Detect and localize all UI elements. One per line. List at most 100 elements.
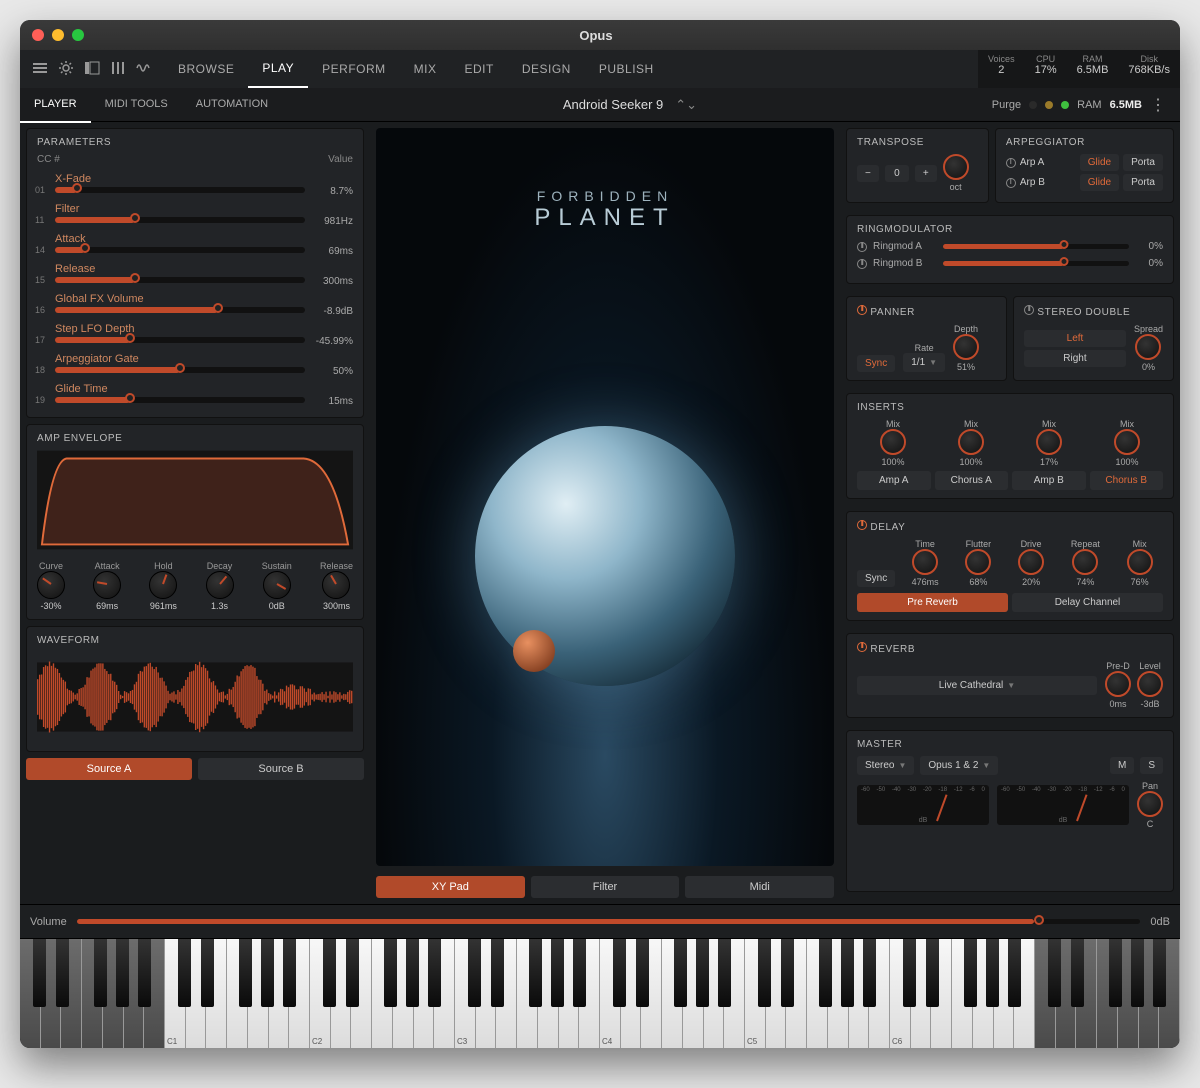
insert-mix-chorus-b[interactable]: Mix100%	[1114, 419, 1140, 467]
delay-knob-mix[interactable]: Mix76%	[1127, 539, 1153, 587]
black-key[interactable]	[428, 939, 441, 1007]
black-key[interactable]	[819, 939, 832, 1007]
param-glide-time[interactable]: 19Glide Time15ms	[37, 379, 353, 409]
delay-power-icon[interactable]	[857, 520, 867, 530]
env-knob-release[interactable]: Release300ms	[320, 561, 353, 611]
black-key[interactable]	[346, 939, 359, 1007]
insert-tab-amp-b[interactable]: Amp B	[1012, 471, 1086, 490]
black-key[interactable]	[406, 939, 419, 1007]
layout-icon[interactable]	[84, 60, 100, 79]
param-filter[interactable]: 11Filter981Hz	[37, 199, 353, 229]
nav-play[interactable]: PLAY	[248, 50, 308, 88]
insert-mix-amp-b[interactable]: Mix17%	[1036, 419, 1062, 467]
black-key[interactable]	[468, 939, 481, 1007]
black-key[interactable]	[116, 939, 129, 1007]
black-key[interactable]	[1109, 939, 1122, 1007]
panner-rate[interactable]: Rate 1/1▼	[903, 343, 945, 372]
transpose-up-button[interactable]: +	[915, 165, 937, 182]
env-knob-curve[interactable]: Curve-30%	[37, 561, 65, 611]
panner-sync-button[interactable]: Sync	[857, 355, 895, 372]
center-tab-filter[interactable]: Filter	[531, 876, 680, 898]
black-key[interactable]	[283, 939, 296, 1007]
panner-power-icon[interactable]	[857, 305, 867, 315]
subtab-midi-tools[interactable]: MIDI TOOLS	[91, 87, 182, 123]
black-key[interactable]	[1071, 939, 1084, 1007]
black-key[interactable]	[1008, 939, 1021, 1007]
delay-sync-button[interactable]: Sync	[857, 570, 895, 587]
ringmod-ringmod-b[interactable]: Ringmod B0%	[857, 258, 1163, 269]
subtab-automation[interactable]: AUTOMATION	[182, 87, 282, 123]
nav-mix[interactable]: MIX	[400, 50, 451, 88]
nav-publish[interactable]: PUBLISH	[585, 50, 668, 88]
porta-button[interactable]: Porta	[1123, 154, 1163, 171]
arp-power-icon[interactable]	[1006, 158, 1016, 168]
center-tab-xy-pad[interactable]: XY Pad	[376, 876, 525, 898]
insert-mix-chorus-a[interactable]: Mix100%	[958, 419, 984, 467]
insert-mix-amp-a[interactable]: Mix100%	[880, 419, 906, 467]
black-key[interactable]	[781, 939, 794, 1007]
black-key[interactable]	[613, 939, 626, 1007]
reverb-power-icon[interactable]	[857, 642, 867, 652]
wave-icon[interactable]	[136, 60, 152, 79]
volume-slider[interactable]	[77, 919, 1141, 924]
param-x-fade[interactable]: 01X-Fade8.7%	[37, 169, 353, 199]
glide-button[interactable]: Glide	[1080, 174, 1119, 191]
black-key[interactable]	[33, 939, 46, 1007]
black-key[interactable]	[964, 939, 977, 1007]
black-key[interactable]	[926, 939, 939, 1007]
master-out-select[interactable]: Stereo▼	[857, 756, 914, 775]
black-key[interactable]	[841, 939, 854, 1007]
source-tab-source-b[interactable]: Source B	[198, 758, 364, 780]
reverb-preset-select[interactable]: Live Cathedral▼	[857, 676, 1097, 695]
waveform-display[interactable]	[37, 652, 353, 742]
xy-pad-area[interactable]: FORBIDDEN PLANET	[376, 128, 834, 866]
black-key[interactable]	[384, 939, 397, 1007]
transpose-down-button[interactable]: −	[857, 165, 879, 182]
preset-selector[interactable]: Android Seeker 9 ⌃⌄	[282, 97, 978, 113]
stereo-power-icon[interactable]	[1024, 305, 1034, 315]
nav-perform[interactable]: PERFORM	[308, 50, 400, 88]
solo-button[interactable]: S	[1140, 757, 1163, 774]
black-key[interactable]	[1153, 939, 1166, 1007]
delay-knob-time[interactable]: Time476ms	[912, 539, 939, 587]
black-key[interactable]	[636, 939, 649, 1007]
black-key[interactable]	[1131, 939, 1144, 1007]
ringmod-ringmod-a[interactable]: Ringmod A0%	[857, 241, 1163, 252]
param-step-lfo-depth[interactable]: 17Step LFO Depth-45.99%	[37, 319, 353, 349]
black-key[interactable]	[261, 939, 274, 1007]
close-icon[interactable]	[32, 29, 44, 41]
porta-button[interactable]: Porta	[1123, 174, 1163, 191]
black-key[interactable]	[138, 939, 151, 1007]
glide-button[interactable]: Glide	[1080, 154, 1119, 171]
delay-knob-repeat[interactable]: Repeat74%	[1071, 539, 1100, 587]
nav-design[interactable]: DESIGN	[508, 50, 585, 88]
env-knob-hold[interactable]: Hold961ms	[149, 561, 177, 611]
black-key[interactable]	[178, 939, 191, 1007]
subtab-player[interactable]: PLAYER	[20, 87, 91, 123]
reverb-knob-pre-d[interactable]: Pre-D0ms	[1105, 661, 1131, 709]
black-key[interactable]	[551, 939, 564, 1007]
master-bus-select[interactable]: Opus 1 & 2▼	[920, 756, 998, 775]
env-knob-sustain[interactable]: Sustain0dB	[262, 561, 292, 611]
black-key[interactable]	[56, 939, 69, 1007]
param-global-fx-volume[interactable]: 16Global FX Volume-8.9dB	[37, 289, 353, 319]
stereo-spread-knob[interactable]: Spread0%	[1134, 324, 1163, 372]
insert-tab-chorus-a[interactable]: Chorus A	[935, 471, 1009, 490]
zoom-icon[interactable]	[72, 29, 84, 41]
black-key[interactable]	[758, 939, 771, 1007]
black-key[interactable]	[239, 939, 252, 1007]
source-tab-source-a[interactable]: Source A	[26, 758, 192, 780]
pan-knob[interactable]: PanC	[1137, 781, 1163, 829]
nav-edit[interactable]: EDIT	[450, 50, 507, 88]
black-key[interactable]	[718, 939, 731, 1007]
black-key[interactable]	[201, 939, 214, 1007]
black-key[interactable]	[986, 939, 999, 1007]
black-key[interactable]	[903, 939, 916, 1007]
mute-button[interactable]: M	[1110, 757, 1134, 774]
panner-depth-knob[interactable]: Depth51%	[953, 324, 979, 372]
insert-tab-chorus-b[interactable]: Chorus B	[1090, 471, 1164, 490]
black-key[interactable]	[323, 939, 336, 1007]
black-key[interactable]	[696, 939, 709, 1007]
delay-knob-flutter[interactable]: Flutter68%	[965, 539, 991, 587]
stereo-right-button[interactable]: Right	[1024, 350, 1126, 367]
